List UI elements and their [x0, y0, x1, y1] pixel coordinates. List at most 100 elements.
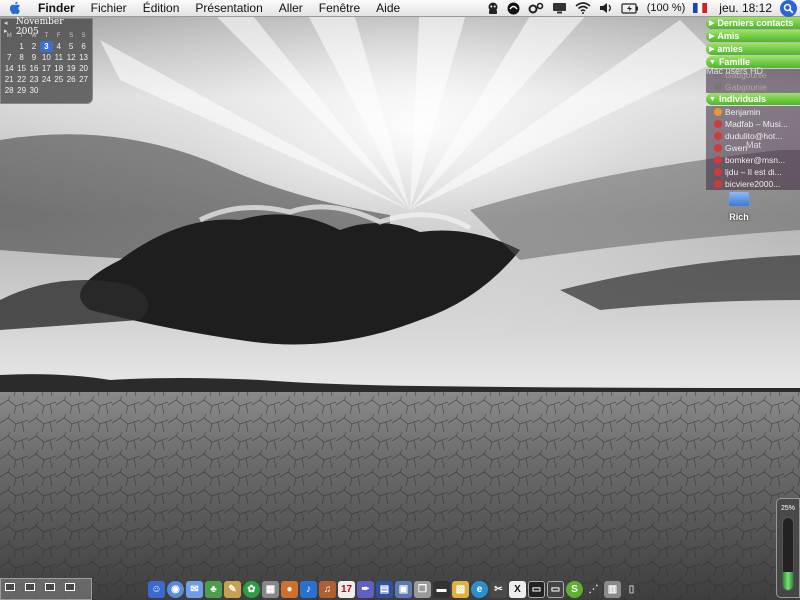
finder-icon[interactable]: ☺: [148, 580, 165, 598]
frog-icon[interactable]: ♣: [205, 580, 222, 598]
disclosure-closed-icon[interactable]: ▶: [709, 32, 714, 40]
calendar-day[interactable]: 24: [40, 74, 52, 85]
calendar-day[interactable]: 13: [77, 52, 89, 63]
menu-app-finder[interactable]: Finder: [30, 0, 83, 17]
desktop-switcher[interactable]: [0, 578, 92, 600]
clapper-icon[interactable]: ▬: [433, 580, 450, 598]
buddy-group-header[interactable]: ▶ Amis: [706, 30, 800, 42]
wifi-icon[interactable]: [571, 0, 595, 17]
buddy-item[interactable]: Benjamin: [706, 106, 800, 118]
menu-aller[interactable]: Aller: [271, 0, 311, 17]
image-icon[interactable]: ▧: [452, 580, 469, 598]
buddy-item[interactable]: Madfab – Musi...: [706, 118, 800, 130]
status-busy-icon: [714, 120, 722, 128]
calendar-day[interactable]: 5: [65, 41, 77, 52]
calendar-day[interactable]: 18: [53, 63, 65, 74]
ical-icon[interactable]: 17: [338, 580, 355, 598]
disclosure-closed-icon[interactable]: ▶: [709, 19, 714, 27]
calendar-day[interactable]: 28: [3, 85, 15, 96]
buddy-item[interactable]: Gabgounie: [706, 81, 800, 93]
photo-icon[interactable]: ▣: [395, 580, 412, 598]
calendar-day[interactable]: 23: [28, 74, 40, 85]
disclosure-open-icon[interactable]: ▼: [709, 59, 716, 66]
guitar-icon[interactable]: ♫: [319, 580, 336, 598]
calendar-day[interactable]: 15: [15, 63, 27, 74]
buddy-group-header[interactable]: ▶ amies: [706, 43, 800, 55]
script-icon[interactable]: ✂: [490, 580, 507, 598]
trash-icon[interactable]: ▯: [623, 581, 640, 598]
notes-icon[interactable]: ✎: [224, 580, 241, 598]
buddy-group-header[interactable]: ▼ Individuals: [706, 93, 800, 105]
document-icon[interactable]: ▥: [604, 580, 621, 598]
flag-icon[interactable]: [689, 0, 711, 17]
gears-icon[interactable]: [524, 0, 548, 17]
menu-edition[interactable]: Édition: [135, 0, 188, 17]
calendar-day[interactable]: 10: [40, 52, 52, 63]
calendar-day[interactable]: 21: [3, 74, 15, 85]
calendar-day[interactable]: 20: [77, 63, 89, 74]
film-icon[interactable]: ▦: [262, 580, 279, 598]
menu-presentation[interactable]: Présentation: [187, 0, 270, 17]
calendar-day[interactable]: 25: [53, 74, 65, 85]
disclosure-closed-icon[interactable]: ▶: [709, 45, 714, 53]
calendar-day[interactable]: 7: [3, 52, 15, 63]
calendar-day[interactable]: 12: [65, 52, 77, 63]
console-icon[interactable]: ▭: [547, 580, 564, 598]
disclosure-open-icon[interactable]: ▼: [709, 96, 716, 103]
buddy-item[interactable]: bicviere2000...: [706, 178, 800, 190]
display-icon[interactable]: [548, 0, 571, 17]
menu-fichier[interactable]: Fichier: [83, 0, 135, 17]
alien-icon[interactable]: [483, 0, 503, 17]
calendar-day[interactable]: 2: [28, 41, 40, 52]
workspace-thumbnail[interactable]: [45, 583, 55, 591]
adium-icon[interactable]: [503, 0, 524, 17]
dashboard-icon[interactable]: ◉: [167, 580, 184, 598]
calendar-day[interactable]: 14: [3, 63, 15, 74]
calendar-day[interactable]: 8: [15, 52, 27, 63]
apple-menu-icon[interactable]: [0, 1, 30, 15]
calendar-day[interactable]: 22: [15, 74, 27, 85]
chart-icon[interactable]: ▤: [376, 580, 393, 598]
itunes-icon[interactable]: ♪: [300, 580, 317, 598]
calendar-day[interactable]: 27: [77, 74, 89, 85]
calendar-day[interactable]: 29: [15, 85, 27, 96]
calendar-day[interactable]: 17: [40, 63, 52, 74]
firefox-icon[interactable]: ●: [281, 580, 298, 598]
calendar-widget[interactable]: ◂ ▸ November 2005 M T W T F S S 12345678…: [0, 17, 93, 104]
adium-dock-icon[interactable]: ✿: [243, 580, 260, 598]
pen-tool-icon[interactable]: ✒: [357, 580, 374, 598]
calendar-day[interactable]: 6: [77, 41, 89, 52]
calendar-grid: M T W T F S S: [1, 32, 92, 41]
desktop-icon-label-mat[interactable]: Mat: [746, 140, 761, 150]
terminal-icon[interactable]: ▭: [528, 580, 545, 598]
menu-aide[interactable]: Aide: [368, 0, 408, 17]
calendar-day[interactable]: 9: [28, 52, 40, 63]
calendar-day[interactable]: 3: [40, 41, 53, 52]
browser-icon[interactable]: e: [471, 580, 488, 598]
buddy-group-header[interactable]: ▶ Derniers contacts: [706, 17, 800, 29]
battery-icon[interactable]: [617, 0, 643, 17]
spotlight-icon[interactable]: [780, 0, 797, 17]
workspace-thumbnail[interactable]: [25, 583, 35, 591]
buddy-item[interactable]: ljdu – Il est di...: [706, 166, 800, 178]
preview-icon[interactable]: ❐: [414, 580, 431, 598]
calendar-day[interactable]: 16: [28, 63, 40, 74]
menu-fenetre[interactable]: Fenêtre: [311, 0, 368, 17]
mail-icon[interactable]: ✉: [186, 580, 203, 598]
calendar-day[interactable]: 26: [65, 74, 77, 85]
desktop-icon-label-mac-users[interactable]: Mac users HD: [706, 66, 763, 76]
buddy-item[interactable]: bomker@msn...: [706, 154, 800, 166]
skype-icon[interactable]: S: [566, 580, 583, 598]
menu-bar: Finder Fichier Édition Présentation Alle…: [0, 0, 800, 17]
calendar-day[interactable]: 30: [28, 85, 40, 96]
calendar-day[interactable]: 4: [53, 41, 65, 52]
workspace-thumbnail[interactable]: [65, 583, 75, 591]
volume-icon[interactable]: [595, 0, 617, 17]
calendar-day[interactable]: 19: [65, 63, 77, 74]
calendar-day[interactable]: 11: [53, 52, 65, 63]
workspace-thumbnail[interactable]: [5, 583, 15, 591]
desktop-icon-rich[interactable]: Rich: [724, 192, 754, 222]
x11-icon[interactable]: X: [509, 580, 526, 598]
calendar-day[interactable]: 1: [15, 41, 27, 52]
menubar-clock[interactable]: jeu. 18:12: [711, 0, 780, 17]
